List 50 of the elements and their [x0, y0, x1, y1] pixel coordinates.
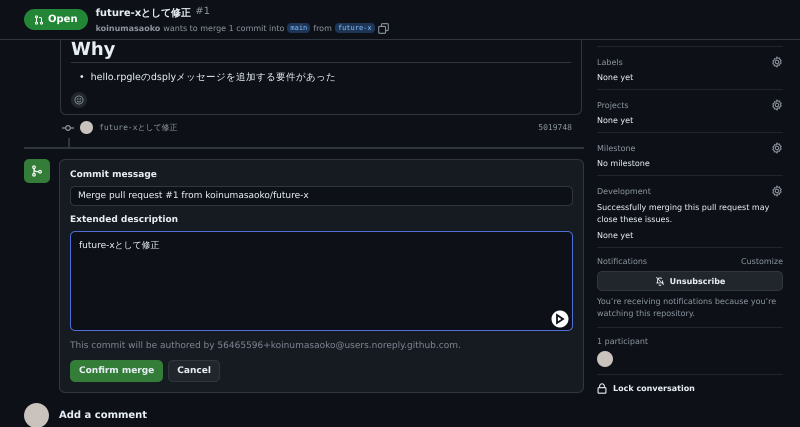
commit-message[interactable]: future-xとして修正: [99, 122, 178, 134]
commit-sha[interactable]: 5019748: [538, 123, 572, 132]
gear-icon[interactable]: [771, 99, 783, 111]
section-title: Labels: [597, 58, 623, 66]
copy-icon[interactable]: [378, 22, 389, 34]
field-label: Extended description: [70, 215, 180, 225]
commit-icon: [62, 124, 74, 132]
bullet-marker: •: [79, 71, 85, 84]
comment-heading: Why: [71, 40, 571, 63]
pull-request-icon: [34, 14, 44, 24]
unsubscribe-button[interactable]: Unsubscribe: [597, 271, 783, 291]
section-value: No milestone: [597, 159, 651, 168]
lock-icon[interactable]: [597, 383, 607, 394]
smiley-icon: [74, 95, 84, 105]
pr-title: future-xとして修正: [96, 6, 192, 20]
commit-message-field[interactable]: Merge pull request #1 from koinumasaoko/future-x: [70, 186, 573, 206]
confirm-button[interactable]: Confirm merge: [70, 360, 164, 382]
avatar[interactable]: [80, 121, 93, 134]
gear-icon[interactable]: [771, 56, 783, 68]
avatar[interactable]: [24, 403, 49, 427]
description-field[interactable]: future-xとして修正: [70, 231, 573, 331]
bell-slash-icon: [654, 276, 665, 286]
merge-text: wants to merge 1 commit into: [163, 24, 284, 32]
gear-icon[interactable]: [771, 142, 783, 154]
field-label: Commit message: [70, 170, 158, 180]
section-note: Successfully merging this pull request may close these issues.: [597, 202, 770, 226]
section-title: 1 participant: [597, 337, 648, 346]
emoji-button[interactable]: [71, 92, 87, 108]
section-title: Projects: [597, 100, 629, 110]
gear-icon[interactable]: [771, 185, 783, 197]
customize-link[interactable]: Customize: [741, 257, 783, 266]
section-title: Development: [597, 186, 651, 196]
section-value: None yet: [597, 73, 634, 82]
section-value: None yet: [597, 231, 634, 240]
author-note: This commit will be authored by 56465596+koinumasaoko@users.noreply.github.com.: [70, 341, 462, 351]
section-title: Notifications: [597, 257, 648, 266]
from-text: from: [313, 24, 332, 32]
merge-icon: [31, 165, 43, 177]
lock-link[interactable]: Lock conversation: [613, 384, 695, 393]
avatar[interactable]: [597, 351, 613, 367]
section-title: Milestone: [597, 144, 636, 152]
cancel-button[interactable]: Cancel: [168, 360, 220, 382]
notification-note: You’re receiving notifications because you’re watching this repository.: [597, 296, 778, 320]
bullet-text: hello.rpgleのdsplyメッセージを追加する要件があった: [90, 71, 336, 84]
author-link[interactable]: koinumasaoko: [96, 24, 160, 32]
section-title: Add a comment: [59, 410, 148, 421]
status-badge: Open: [24, 9, 88, 30]
assistant-icon[interactable]: [551, 310, 569, 328]
pr-number: #1: [195, 6, 210, 18]
section-value: None yet: [597, 116, 634, 125]
